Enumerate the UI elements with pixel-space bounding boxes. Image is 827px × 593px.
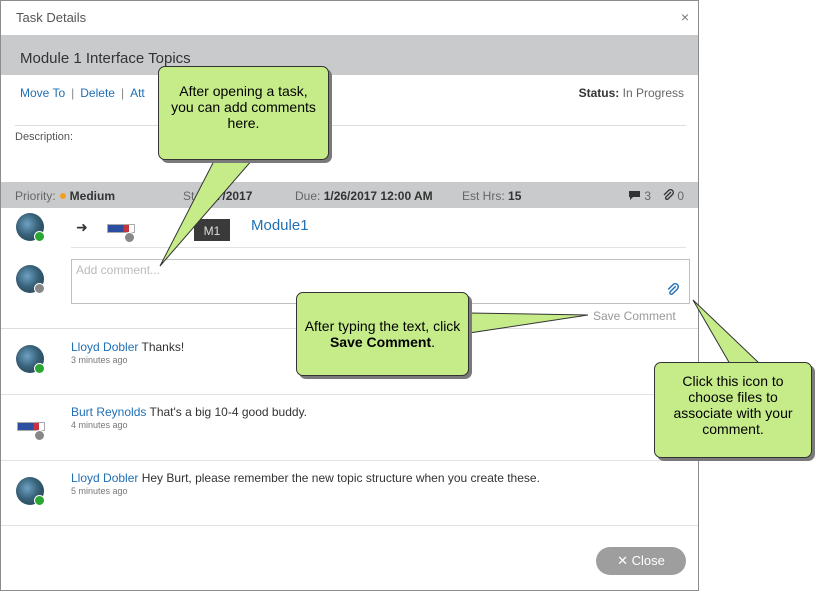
callout-text: After opening a task, you can add commen… [171,83,316,131]
callout-tail [159,158,255,267]
callout-attach-files: Click this icon to choose files to assoc… [654,362,812,458]
callout-tail [692,299,762,365]
callout-text: . [431,334,436,350]
callout-text: After typing the text, click [304,318,461,334]
callout-bold-text: Save Comment [329,334,432,350]
callout-add-comment: After opening a task, you can add commen… [158,66,329,160]
callout-text: Click this icon to choose files to assoc… [673,373,793,437]
callout-save-comment: After typing the text, click Save Commen… [296,292,469,376]
callout-tail [468,312,589,334]
